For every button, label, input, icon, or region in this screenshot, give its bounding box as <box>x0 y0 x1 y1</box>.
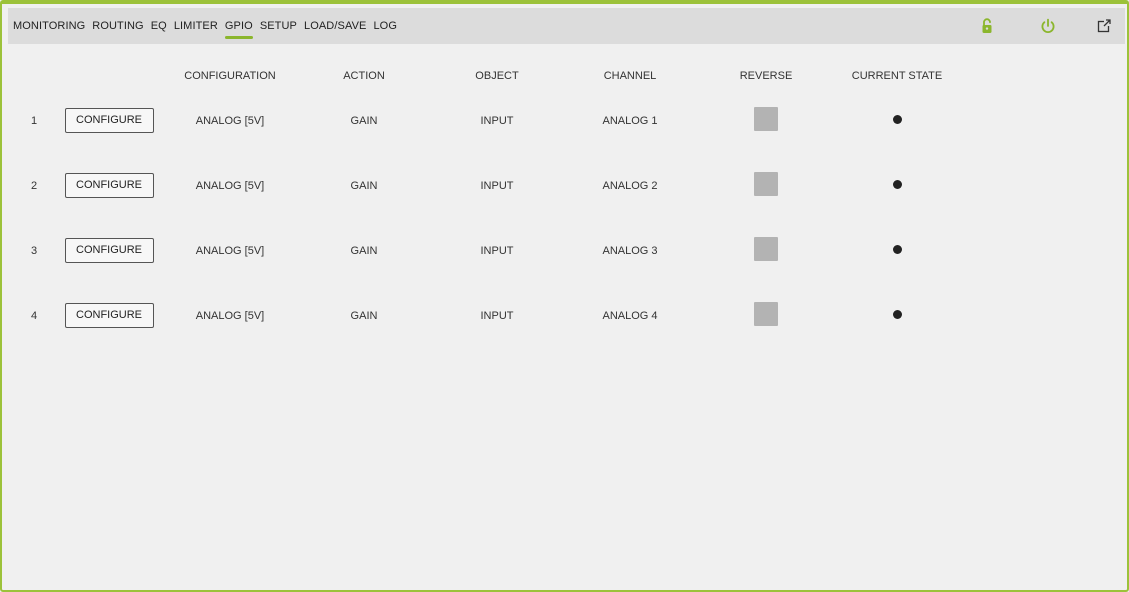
header-configure <box>60 64 158 88</box>
nav-tab-setup[interactable]: SETUP <box>260 8 297 44</box>
action-value: GAIN <box>350 114 378 127</box>
row-number: 3 <box>30 244 38 257</box>
current-state-indicator <box>892 309 902 319</box>
reverse-toggle[interactable] <box>754 172 778 196</box>
nav-tab-gpio[interactable]: GPIO <box>224 8 253 44</box>
row-number: 1 <box>30 114 38 127</box>
unlocked-padlock-icon[interactable] <box>978 17 996 35</box>
configuration-value: ANALOG [5V] <box>195 114 265 127</box>
top-navigation-bar: MONITORING ROUTING EQ LIMITER GPIO SETUP… <box>8 8 1125 44</box>
configuration-value: ANALOG [5V] <box>195 179 265 192</box>
reverse-toggle[interactable] <box>754 107 778 131</box>
row-number: 2 <box>30 179 38 192</box>
current-state-indicator <box>892 179 902 189</box>
main-nav: MONITORING ROUTING EQ LIMITER GPIO SETUP… <box>13 8 404 44</box>
configure-button[interactable]: CONFIGURE <box>64 303 154 328</box>
current-state-indicator <box>892 244 902 254</box>
header-object: OBJECT <box>475 70 519 82</box>
configuration-value: ANALOG [5V] <box>195 309 265 322</box>
table-row: 1 CONFIGURE ANALOG [5V] GAIN INPUT ANALO… <box>8 88 954 153</box>
channel-value: ANALOG 1 <box>602 114 658 127</box>
configuration-value: ANALOG [5V] <box>195 244 265 257</box>
app-frame: MONITORING ROUTING EQ LIMITER GPIO SETUP… <box>0 0 1129 592</box>
header-configuration: CONFIGURATION <box>184 70 276 82</box>
channel-value: ANALOG 3 <box>602 244 658 257</box>
object-value: INPUT <box>480 179 514 192</box>
nav-tab-limiter[interactable]: LIMITER <box>174 8 218 44</box>
action-value: GAIN <box>350 244 378 257</box>
object-value: INPUT <box>480 244 514 257</box>
reverse-toggle[interactable] <box>754 237 778 261</box>
nav-tab-eq[interactable]: EQ <box>151 8 167 44</box>
header-action: ACTION <box>343 70 385 82</box>
action-value: GAIN <box>350 179 378 192</box>
table-row: 2 CONFIGURE ANALOG [5V] GAIN INPUT ANALO… <box>8 153 954 218</box>
row-number: 4 <box>30 309 38 322</box>
channel-value: ANALOG 4 <box>602 309 658 322</box>
header-number <box>8 64 60 88</box>
reverse-toggle[interactable] <box>754 302 778 326</box>
table-row: 3 CONFIGURE ANALOG [5V] GAIN INPUT ANALO… <box>8 218 954 283</box>
nav-tab-load-save[interactable]: LOAD/SAVE <box>304 8 366 44</box>
nav-tab-log[interactable]: LOG <box>373 8 397 44</box>
header-channel: CHANNEL <box>603 70 657 82</box>
table-row: 4 CONFIGURE ANALOG [5V] GAIN INPUT ANALO… <box>8 283 954 348</box>
current-state-indicator <box>892 114 902 124</box>
nav-tab-monitoring[interactable]: MONITORING <box>13 8 85 44</box>
object-value: INPUT <box>480 114 514 127</box>
configure-button[interactable]: CONFIGURE <box>64 108 154 133</box>
gpio-table: CONFIGURATION ACTION OBJECT CHANNEL REVE… <box>8 64 954 348</box>
object-value: INPUT <box>480 309 514 322</box>
configure-button[interactable]: CONFIGURE <box>64 173 154 198</box>
configure-button[interactable]: CONFIGURE <box>64 238 154 263</box>
channel-value: ANALOG 2 <box>602 179 658 192</box>
power-icon[interactable] <box>1039 17 1057 35</box>
header-current-state: CURRENT STATE <box>851 70 943 82</box>
table-header-row: CONFIGURATION ACTION OBJECT CHANNEL REVE… <box>8 64 954 88</box>
action-value: GAIN <box>350 309 378 322</box>
fullscreen-expand-icon[interactable] <box>1095 17 1113 35</box>
header-reverse: REVERSE <box>739 70 793 82</box>
nav-tab-routing[interactable]: ROUTING <box>92 8 143 44</box>
